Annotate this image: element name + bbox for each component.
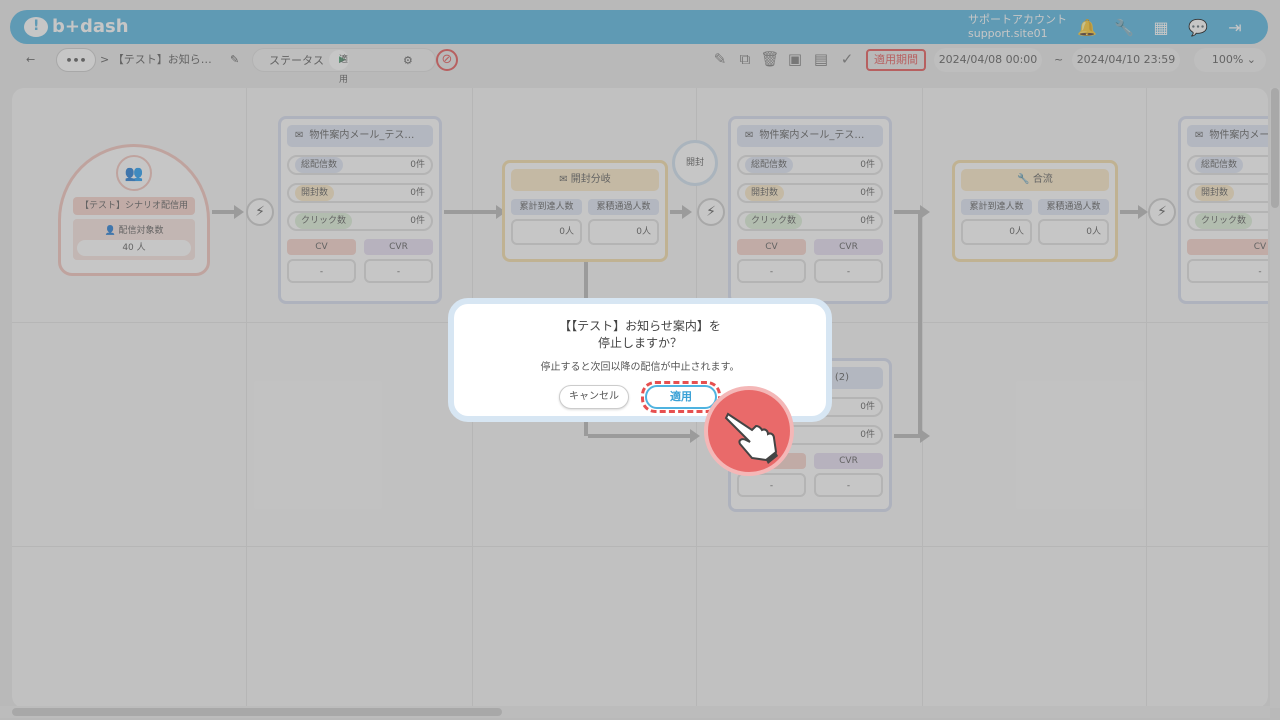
dialog-title-line1: 【【テスト】お知らせ案内】を bbox=[559, 319, 721, 333]
dialog-title-line2: 停止しますか？ bbox=[597, 336, 682, 350]
dialog-message: 停止すると次回以降の配信が中止されます。 bbox=[540, 362, 740, 373]
pointer-hand-icon bbox=[704, 386, 794, 476]
dialog-title: 【【テスト】お知らせ案内】を 停止しますか？ bbox=[454, 318, 826, 352]
cancel-button[interactable]: キャンセル bbox=[559, 385, 629, 409]
apply-button[interactable]: 適用 bbox=[645, 385, 717, 409]
